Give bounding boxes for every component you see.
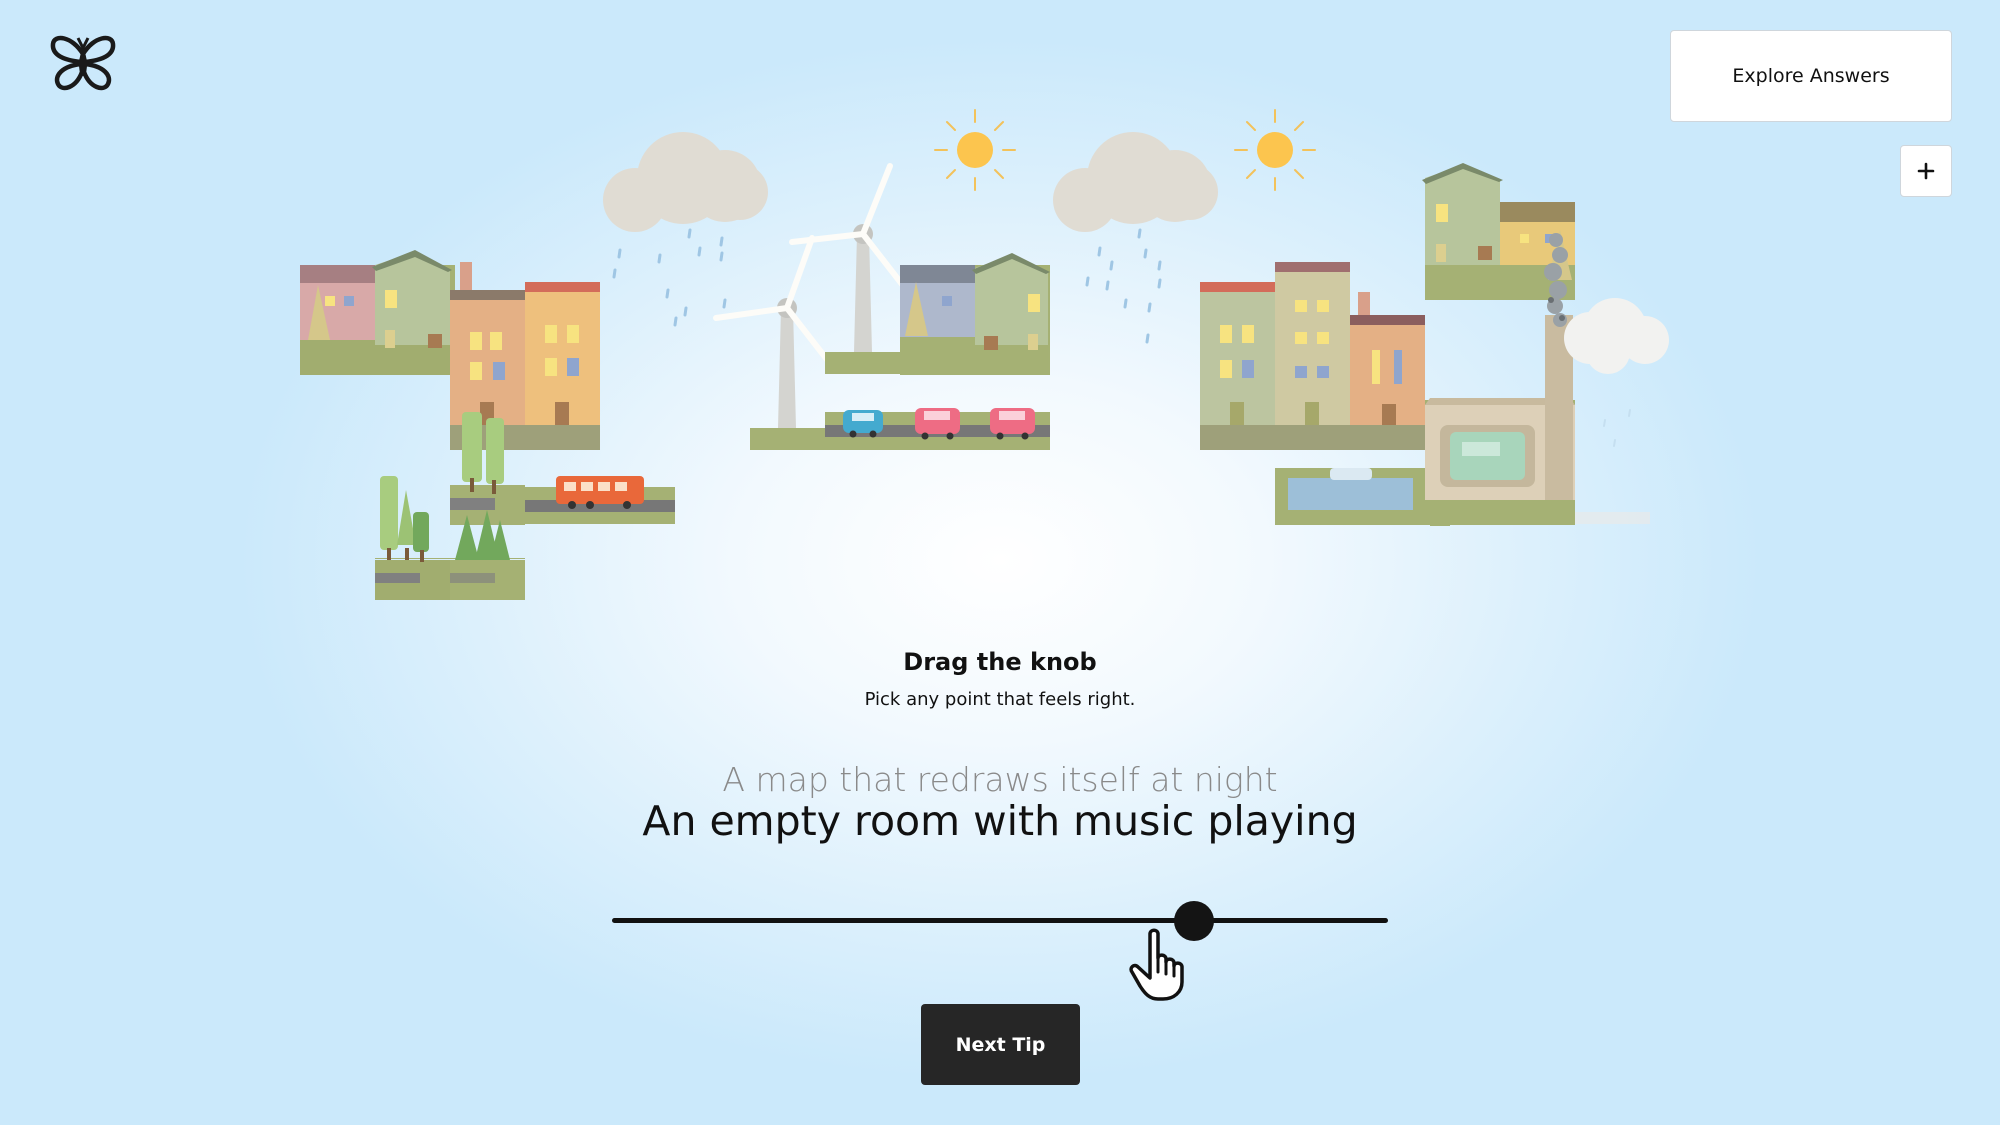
rain-cloud-left (603, 132, 768, 327)
left-neighborhood (300, 250, 675, 600)
sun-right (1234, 109, 1316, 191)
city-illustration (300, 109, 1669, 600)
next-tip-button[interactable]: Next Tip (921, 1004, 1080, 1085)
current-prompt: An empty room with music playing (642, 797, 1358, 845)
instruction-subtitle: Pick any point that feels right. (864, 689, 1136, 710)
slider-track[interactable] (612, 918, 1388, 923)
rain-cloud-right (1053, 132, 1218, 344)
previous-prompt: A map that redraws itself at night (722, 760, 1278, 799)
pointing-hand-icon (1129, 928, 1184, 1001)
instruction-title: Drag the knob (903, 648, 1097, 676)
sun-left (934, 109, 1016, 191)
answer-slider[interactable] (612, 900, 1388, 944)
right-neighborhood (1200, 163, 1669, 526)
wind-turbines (713, 163, 1050, 450)
